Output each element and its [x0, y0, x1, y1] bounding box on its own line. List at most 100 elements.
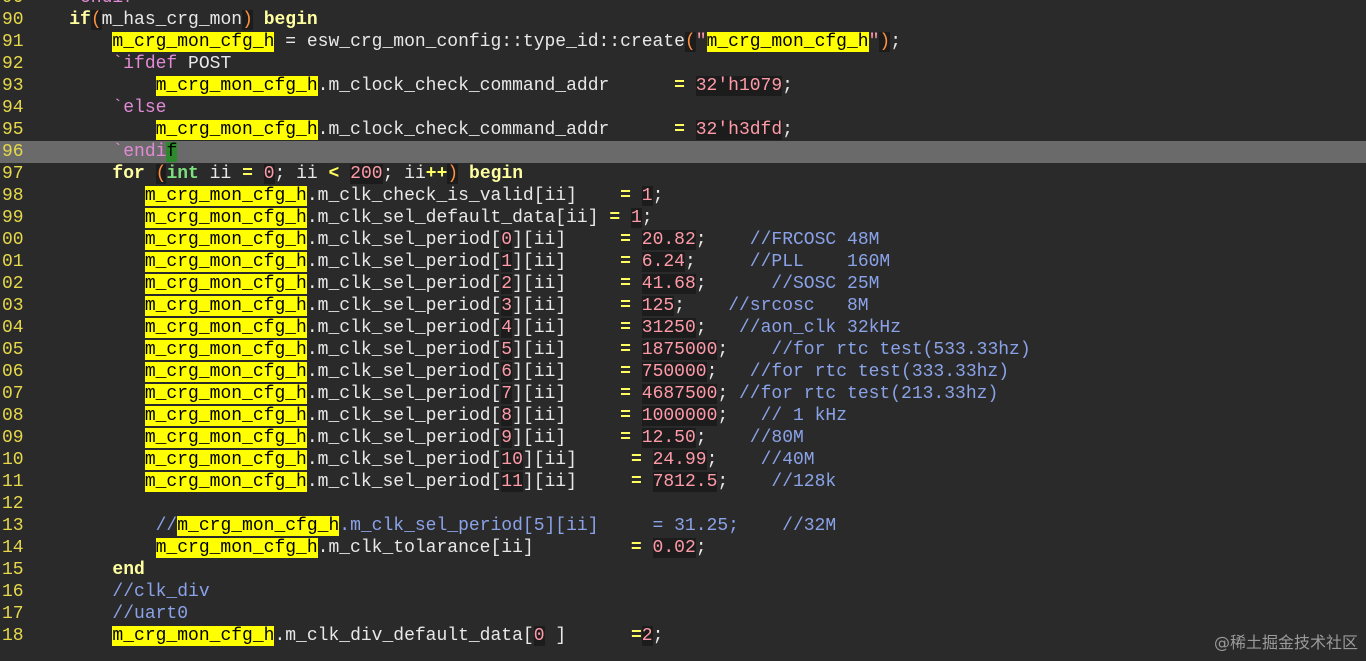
code-line[interactable]: 12 [0, 493, 1366, 515]
code-token: int [166, 164, 199, 184]
code-token: //aon_clk 32kHz [739, 318, 902, 338]
code-line[interactable]: 97 for (int ii = 0; ii < 200; ii++) begi… [0, 163, 1366, 185]
search-highlight: m_crg_mon_cfg_h [144, 362, 307, 382]
code-token: 1 [641, 186, 653, 206]
code-token: ; [706, 362, 750, 382]
code-text: m_crg_mon_cfg_h.m_clk_div_default_data[0… [26, 626, 663, 646]
code-line[interactable]: 92 `ifdef POST [0, 53, 1366, 75]
code-line[interactable]: 05 m_crg_mon_cfg_h.m_clk_sel_period[5][i… [0, 339, 1366, 361]
code-line[interactable]: 17 //uart0 [0, 603, 1366, 625]
code-line[interactable]: 94 `else [0, 97, 1366, 119]
code-line[interactable]: 01 m_crg_mon_cfg_h.m_clk_sel_period[1][i… [0, 251, 1366, 273]
code-token: // [155, 516, 178, 536]
code-token: < [328, 164, 340, 184]
code-token: ; [674, 296, 729, 316]
code-token: = [674, 120, 685, 140]
code-line[interactable]: 11 m_crg_mon_cfg_h.m_clk_sel_period[11][… [0, 471, 1366, 493]
code-line[interactable]: 18 m_crg_mon_cfg_h.m_clk_div_default_dat… [0, 625, 1366, 647]
code-text: m_crg_mon_cfg_h.m_clk_sel_period[2][ii] … [26, 274, 879, 294]
code-token: .m_clk_sel_period[5][ii] = 31.25; //32M [339, 516, 837, 536]
code-line[interactable]: 16 //clk_div [0, 581, 1366, 603]
line-number: 06 [2, 362, 24, 382]
code-token: = [620, 362, 631, 382]
code-text: m_crg_mon_cfg_h.m_clk_sel_period[7][ii] … [26, 384, 998, 404]
code-token: ; [695, 318, 739, 338]
code-token: ; [706, 450, 761, 470]
search-highlight: m_crg_mon_cfg_h [177, 516, 340, 536]
line-number: 93 [2, 76, 24, 96]
code-line-current[interactable]: 96 `endif [0, 141, 1366, 163]
code-line[interactable]: 95 m_crg_mon_cfg_h.m_clock_check_command… [0, 119, 1366, 141]
line-number: 07 [2, 384, 24, 404]
code-line[interactable]: 90 `endif [0, 0, 1366, 9]
code-text: m_crg_mon_cfg_h.m_clk_sel_period[8][ii] … [26, 406, 847, 426]
code-line[interactable]: 04 m_crg_mon_cfg_h.m_clk_sel_period[4][i… [0, 317, 1366, 339]
code-token: ] [544, 626, 631, 646]
line-number: 09 [2, 428, 24, 448]
code-token: //for rtc test(213.33hz) [739, 384, 999, 404]
search-highlight: m_crg_mon_cfg_h [144, 296, 307, 316]
code-token: = esw_crg_mon_config::type_id::create [274, 32, 685, 52]
code-token: = [620, 340, 631, 360]
code-token: ; [717, 340, 772, 360]
code-line[interactable]: 10 m_crg_mon_cfg_h.m_clk_sel_period[10][… [0, 449, 1366, 471]
code-token: //clk_div [112, 582, 210, 602]
code-token: ( [90, 10, 102, 30]
code-token: 32'h1079 [695, 76, 783, 96]
code-editor[interactable]: 90 `endif90 if(m_has_crg_mon) begin91 m_… [0, 0, 1366, 647]
code-line[interactable]: 90 if(m_has_crg_mon) begin [0, 9, 1366, 31]
code-text: m_crg_mon_cfg_h.m_clock_check_command_ad… [26, 120, 793, 140]
code-token: //srcosc 8M [728, 296, 869, 316]
code-token: POST [177, 54, 232, 74]
code-token: 1 [501, 252, 513, 272]
code-line[interactable]: 03 m_crg_mon_cfg_h.m_clk_sel_period[3][i… [0, 295, 1366, 317]
search-highlight: m_crg_mon_cfg_h [144, 318, 307, 338]
code-token: .m_clk_sel_period[ [306, 362, 502, 382]
code-line[interactable]: 91 m_crg_mon_cfg_h = esw_crg_mon_config:… [0, 31, 1366, 53]
code-token: //for rtc test(333.33hz) [749, 362, 1010, 382]
code-token: 6.24 [641, 252, 685, 272]
code-line[interactable]: 13 //m_crg_mon_cfg_h.m_clk_sel_period[5]… [0, 515, 1366, 537]
code-line[interactable]: 06 m_crg_mon_cfg_h.m_clk_sel_period[6][i… [0, 361, 1366, 383]
code-token: //uart0 [112, 604, 189, 624]
code-line[interactable]: 07 m_crg_mon_cfg_h.m_clk_sel_period[7][i… [0, 383, 1366, 405]
code-token: ][ii] [512, 362, 621, 382]
code-text: `ifdef POST [26, 54, 231, 74]
search-highlight: m_crg_mon_cfg_h [155, 76, 318, 96]
line-number: 02 [2, 274, 24, 294]
line-number: 08 [2, 406, 24, 426]
code-line[interactable]: 09 m_crg_mon_cfg_h.m_clk_sel_period[9][i… [0, 427, 1366, 449]
search-highlight: m_crg_mon_cfg_h [155, 120, 318, 140]
line-number: 90 [2, 10, 24, 30]
code-token: end [112, 560, 145, 580]
code-line[interactable]: 99 m_crg_mon_cfg_h.m_clk_sel_default_dat… [0, 207, 1366, 229]
code-line[interactable]: 14 m_crg_mon_cfg_h.m_clk_tolarance[ii] =… [0, 537, 1366, 559]
code-token: //40M [760, 450, 815, 470]
code-line[interactable]: 93 m_crg_mon_cfg_h.m_clock_check_command… [0, 75, 1366, 97]
code-line[interactable]: 98 m_crg_mon_cfg_h.m_clk_check_is_valid[… [0, 185, 1366, 207]
code-text: m_crg_mon_cfg_h.m_clk_sel_period[0][ii] … [26, 230, 879, 250]
code-token: ) [242, 10, 253, 30]
code-token: 0 [263, 164, 275, 184]
code-line[interactable]: 08 m_crg_mon_cfg_h.m_clk_sel_period[8][i… [0, 405, 1366, 427]
code-line[interactable]: 15 end [0, 559, 1366, 581]
code-token: 11 [501, 472, 523, 492]
code-line[interactable]: 00 m_crg_mon_cfg_h.m_clk_sel_period[0][i… [0, 229, 1366, 251]
code-token: ][ii] [522, 472, 631, 492]
code-line[interactable]: 02 m_crg_mon_cfg_h.m_clk_sel_period[2][i… [0, 273, 1366, 295]
